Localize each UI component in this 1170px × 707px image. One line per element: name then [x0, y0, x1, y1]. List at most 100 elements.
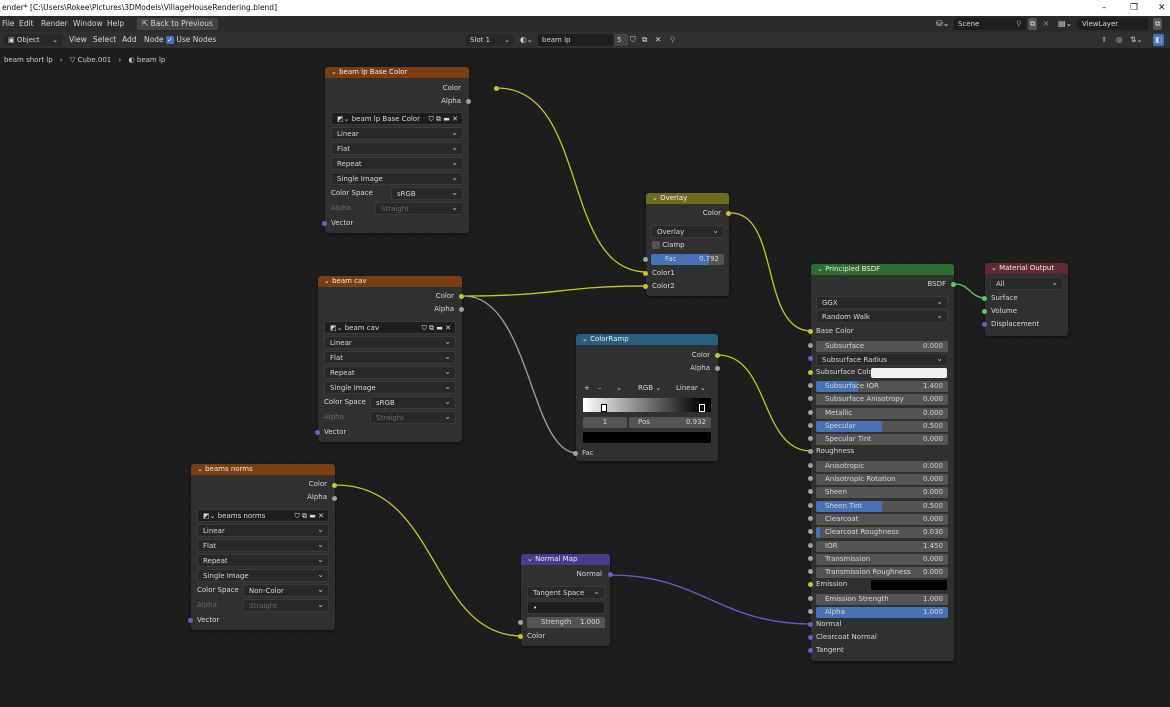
- node-beams-norms[interactable]: ⌄ beams norms Color Alpha ◩⌄ beams norms…: [188, 464, 337, 630]
- color-mode-dropdown[interactable]: RGB ⌄: [638, 382, 661, 395]
- input-volume-socket[interactable]: [982, 309, 987, 314]
- input-alpha-socket[interactable]: [808, 609, 813, 614]
- input-transmission-roughness-socket[interactable]: [808, 569, 813, 574]
- input-color-socket[interactable]: [518, 634, 523, 639]
- collapse-icon[interactable]: ⌄: [817, 265, 825, 273]
- input-metallic-field[interactable]: Metallic 0.000: [816, 408, 948, 419]
- node-overlay-mix[interactable]: ⌄ Overlay Color Overlay Clamp Fac 0.792 …: [643, 193, 731, 296]
- input-vector-socket[interactable]: [322, 221, 327, 226]
- input-sheen-tint-socket[interactable]: [808, 503, 813, 508]
- input-subsurface-anisotropy-socket[interactable]: [808, 396, 813, 401]
- collapse-icon[interactable]: ⌄: [582, 335, 590, 343]
- stop-index-field[interactable]: 1: [583, 417, 627, 428]
- node-header[interactable]: ⌄ beam lp Base Color: [325, 67, 469, 78]
- output-alpha-socket[interactable]: [459, 307, 464, 312]
- color-space-dropdown[interactable]: sRGB: [391, 186, 463, 200]
- input-surface-socket[interactable]: [982, 296, 987, 301]
- interpolation-dropdown[interactable]: Linear: [331, 126, 463, 140]
- input-emission-strength-socket[interactable]: [808, 596, 813, 601]
- input-metallic-socket[interactable]: [808, 410, 813, 415]
- projection-dropdown[interactable]: Flat: [331, 141, 463, 155]
- subsurface-method-dropdown[interactable]: Random Walk: [816, 309, 948, 323]
- shield-icon[interactable]: ⛉: [429, 115, 436, 123]
- input-clearcoat-roughness-socket[interactable]: [808, 529, 813, 534]
- input-transmission-roughness-field[interactable]: Transmission Roughness 0.000: [816, 567, 948, 578]
- collapse-icon[interactable]: ⌄: [652, 194, 660, 202]
- node-header[interactable]: ⌄ beams norms: [191, 464, 335, 475]
- output-color-socket[interactable]: [459, 294, 464, 299]
- extension-dropdown[interactable]: Repeat: [324, 365, 456, 379]
- shield-icon[interactable]: ⛉: [422, 324, 429, 332]
- space-dropdown[interactable]: Tangent Space: [527, 585, 605, 599]
- projection-dropdown[interactable]: Flat: [197, 538, 329, 552]
- input-alpha-field[interactable]: Alpha 1.000: [816, 607, 948, 618]
- input-subsurface-anisotropy-field[interactable]: Subsurface Anisotropy 0.000: [816, 394, 948, 405]
- input-base-color-socket[interactable]: [808, 329, 813, 334]
- collapse-icon[interactable]: ⌄: [197, 465, 205, 473]
- add-stop-button[interactable]: +: [584, 382, 590, 395]
- output-alpha-socket[interactable]: [715, 366, 720, 371]
- uv-map-field[interactable]: •: [527, 601, 605, 614]
- input-subsurface-colo-socket[interactable]: [808, 370, 813, 375]
- input-anisotropic-socket[interactable]: [808, 463, 813, 468]
- output-color-socket[interactable]: [494, 86, 499, 91]
- input-ior-field[interactable]: IOR 1.450: [816, 541, 948, 552]
- input-transmission-field[interactable]: Transmission 0.000: [816, 554, 948, 565]
- collapse-icon[interactable]: ⌄: [324, 277, 332, 285]
- alpha-mode-dropdown[interactable]: Straight: [375, 201, 463, 215]
- image-selector[interactable]: ◩⌄ beam lp Base Color ⛉ ⧉ ▬ ✕: [331, 112, 463, 125]
- input-anisotropic-rotation-socket[interactable]: [808, 476, 813, 481]
- input-subsurface-ior-socket[interactable]: [808, 383, 813, 388]
- node-principled-bsdf[interactable]: ⌄ Principled BSDF BSDF GGX Random Walk B…: [808, 264, 956, 661]
- input-emission-strength-field[interactable]: Emission Strength 1.000: [816, 594, 948, 605]
- input-vector-socket[interactable]: [188, 618, 193, 623]
- output-alpha-socket[interactable]: [466, 99, 471, 104]
- distribution-dropdown[interactable]: GGX: [816, 295, 948, 309]
- output-color-socket[interactable]: [726, 211, 731, 216]
- node-beam-cav[interactable]: ⌄ beam cav Color Alpha ◩⌄ beam cav ⛉ ⧉ ▬…: [315, 276, 464, 442]
- close-icon[interactable]: ✕: [318, 512, 324, 520]
- input-specular-tint-socket[interactable]: [808, 436, 813, 441]
- collapse-icon[interactable]: ⌄: [527, 555, 535, 563]
- input-clearcoat-normal-socket[interactable]: [808, 635, 813, 640]
- image-selector[interactable]: ◩⌄ beam cav ⛉ ⧉ ▬ ✕: [324, 321, 456, 334]
- interpolation-dropdown[interactable]: Linear: [197, 523, 329, 537]
- input-displacement-socket[interactable]: [982, 322, 987, 327]
- node-colorramp[interactable]: ⌄ ColorRamp Color Alpha + – ⌄ RGB ⌄ Line…: [573, 334, 720, 461]
- close-icon[interactable]: ✕: [452, 115, 458, 123]
- projection-dropdown[interactable]: Flat: [324, 350, 456, 364]
- input-emission-swatch[interactable]: [871, 580, 947, 590]
- input-fac-socket[interactable]: [573, 451, 578, 456]
- folder-icon[interactable]: ▬: [309, 512, 318, 520]
- input-clearcoat-roughness-field[interactable]: Clearcoat Roughness 0.030: [816, 527, 948, 538]
- ramp-stop-white[interactable]: [601, 404, 607, 412]
- node-header[interactable]: ⌄ Principled BSDF: [811, 264, 954, 275]
- input-color2-socket[interactable]: [643, 284, 648, 289]
- input-sheen-field[interactable]: Sheen 0.000: [816, 487, 948, 498]
- input-fac-socket[interactable]: [643, 257, 648, 262]
- input-subsurface-socket[interactable]: [808, 343, 813, 348]
- extension-dropdown[interactable]: Repeat: [331, 156, 463, 170]
- input-roughness-socket[interactable]: [808, 449, 813, 454]
- color-space-dropdown[interactable]: sRGB: [370, 395, 456, 409]
- input-ior-socket[interactable]: [808, 543, 813, 548]
- ramp-menu-chevron-icon[interactable]: ⌄: [616, 382, 622, 395]
- node-normal-map[interactable]: ⌄ Normal Map Normal Tangent Space • Stre…: [518, 554, 613, 646]
- input-specular-field[interactable]: Specular 0.500: [816, 421, 948, 432]
- clamp-checkbox[interactable]: Clamp: [652, 239, 685, 252]
- input-subsurface-radius-socket[interactable]: [808, 356, 813, 361]
- extension-dropdown[interactable]: Repeat: [197, 553, 329, 567]
- folder-icon[interactable]: ▬: [443, 115, 452, 123]
- color-space-dropdown[interactable]: Non-Color: [243, 583, 329, 597]
- node-header[interactable]: ⌄ beam cav: [318, 276, 462, 287]
- source-dropdown[interactable]: Single Image: [331, 171, 463, 185]
- source-dropdown[interactable]: Single Image: [197, 568, 329, 582]
- input-subsurface-radius-dropdown[interactable]: Subsurface Radius: [816, 352, 948, 366]
- ramp-interpolation-dropdown[interactable]: Linear ⌄: [676, 382, 706, 395]
- input-clearcoat-socket[interactable]: [808, 516, 813, 521]
- alpha-mode-dropdown[interactable]: Straight: [243, 598, 329, 612]
- node-header[interactable]: ⌄ Normal Map: [521, 554, 610, 565]
- alpha-mode-dropdown[interactable]: Straight: [370, 410, 456, 424]
- input-strength-socket[interactable]: [518, 620, 523, 625]
- remove-stop-button[interactable]: –: [598, 382, 602, 395]
